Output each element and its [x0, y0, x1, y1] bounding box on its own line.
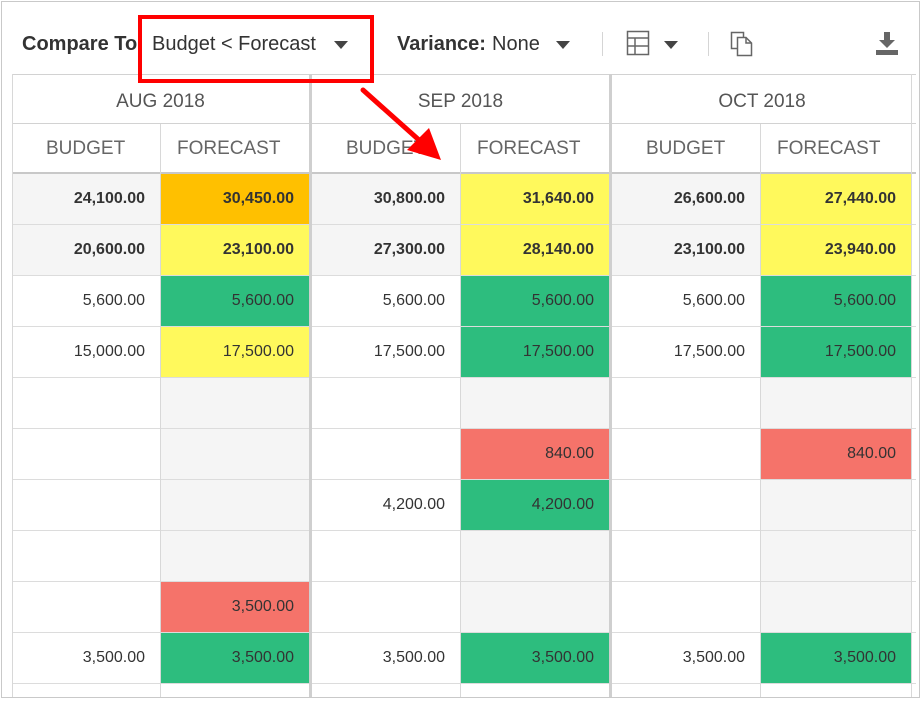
- table-cell[interactable]: [761, 582, 911, 632]
- grid-line: [160, 124, 161, 697]
- grid-line: [760, 124, 761, 697]
- table-row: 3,500.00: [12, 582, 916, 633]
- compare-to-label: Compare To:: [22, 33, 144, 55]
- grid-line: [12, 74, 13, 697]
- table-cell[interactable]: 23,100.00: [161, 225, 309, 275]
- toolbar-separator: [602, 32, 603, 56]
- table-cell[interactable]: 17,500.00: [461, 327, 609, 377]
- table-cell[interactable]: [761, 531, 911, 581]
- table-row: 15,000.00 17,500.00 17,500.00 17,500.00 17,5…: [12, 327, 916, 378]
- table-cell[interactable]: 4,200.00: [312, 480, 460, 530]
- table-cell[interactable]: [612, 582, 760, 632]
- table-cell[interactable]: [461, 582, 609, 632]
- table-cell[interactable]: 5,600.00: [612, 276, 760, 326]
- table-cell[interactable]: 17,500.00: [161, 327, 309, 377]
- table-cell[interactable]: [12, 480, 160, 530]
- table-cell[interactable]: [312, 378, 460, 428]
- table-cell[interactable]: 5,600.00: [12, 276, 160, 326]
- table-cell[interactable]: 840.00: [761, 429, 911, 479]
- toolbar-separator: [708, 32, 709, 56]
- table-cell[interactable]: 5,600.00: [312, 276, 460, 326]
- table-cell[interactable]: 3,500.00: [312, 633, 460, 683]
- table-cell[interactable]: 3,500.00: [161, 582, 309, 632]
- chevron-down-icon: [664, 41, 678, 49]
- table-cell[interactable]: [612, 429, 760, 479]
- table-row: 4,200.00 4,200.00: [12, 480, 916, 531]
- table-cell[interactable]: 30,450.00: [161, 174, 309, 224]
- table-cell[interactable]: 17,500.00: [761, 327, 911, 377]
- table-cell[interactable]: [612, 531, 760, 581]
- annotation-highlight-box: [138, 15, 374, 83]
- column-header[interactable]: FORECAST: [761, 124, 911, 172]
- table-cell[interactable]: 23,940.00: [761, 225, 911, 275]
- table-row: 3,500.00 3,500.00 3,500.00 3,500.00 3,500.00…: [12, 633, 916, 684]
- table-cell[interactable]: 5,600.00: [761, 276, 911, 326]
- table-cell[interactable]: [761, 378, 911, 428]
- annotation-arrow-icon: [360, 87, 441, 160]
- table-cell[interactable]: 3,500.00: [12, 633, 160, 683]
- table-cell[interactable]: 27,300.00: [312, 225, 460, 275]
- table-cell[interactable]: 3,500.00: [761, 633, 911, 683]
- table-cell[interactable]: [12, 582, 160, 632]
- table-cell[interactable]: 30,800.00: [312, 174, 460, 224]
- column-header[interactable]: FORECAST: [161, 124, 309, 172]
- table-cell[interactable]: [161, 480, 309, 530]
- table-cell[interactable]: [761, 480, 911, 530]
- table-row: 20,600.00 23,100.00 27,300.00 28,140.00 23,1…: [12, 225, 916, 276]
- table-layout-icon: [626, 30, 650, 56]
- column-header[interactable]: FORECAST: [461, 124, 609, 172]
- table-cell[interactable]: 3,500.00: [161, 633, 309, 683]
- column-header[interactable]: BUDGET: [30, 124, 160, 172]
- table-cell[interactable]: [12, 531, 160, 581]
- table-cell[interactable]: [461, 531, 609, 581]
- table-row: 5,600.00 5,600.00 5,600.00 5,600.00 5,600.00…: [12, 276, 916, 327]
- table-cell[interactable]: [312, 429, 460, 479]
- table-cell[interactable]: [612, 378, 760, 428]
- grid-line: [911, 74, 912, 697]
- table-cell[interactable]: [161, 378, 309, 428]
- table-cell[interactable]: [312, 531, 460, 581]
- table-cell[interactable]: [12, 378, 160, 428]
- table-cell[interactable]: 26,600.00: [612, 174, 760, 224]
- table-cell[interactable]: [461, 378, 609, 428]
- table-cell[interactable]: [161, 429, 309, 479]
- table-cell[interactable]: 31,640.00: [461, 174, 609, 224]
- table-cell[interactable]: 28,140.00: [461, 225, 609, 275]
- variance-dropdown[interactable]: None: [490, 26, 574, 64]
- layout-dropdown[interactable]: [622, 28, 682, 60]
- table-cell[interactable]: [312, 582, 460, 632]
- month-header: OCT 2018: [718, 91, 806, 112]
- table-cell[interactable]: 5,600.00: [461, 276, 609, 326]
- column-header[interactable]: BUDGET: [630, 124, 760, 172]
- table-row: [12, 531, 916, 582]
- column-header-row: BUDGET FORECAST BUDGET FORECAST BUDGET F…: [12, 124, 916, 174]
- copy-icon[interactable]: [730, 31, 754, 57]
- table-cell[interactable]: 17,500.00: [312, 327, 460, 377]
- table-row: 24,100.00 30,450.00 30,800.00 31,640.00 26,6…: [12, 174, 916, 225]
- table-cell[interactable]: 15,000.00: [12, 327, 160, 377]
- variance-value: None: [492, 33, 540, 55]
- table-cell[interactable]: 24,100.00: [12, 174, 160, 224]
- table-row: 840.00 840.00: [12, 429, 916, 480]
- grid-line: [460, 124, 461, 697]
- table-cell[interactable]: 3,500.00: [461, 633, 609, 683]
- table-cell[interactable]: [612, 480, 760, 530]
- variance-label: Variance:: [397, 33, 486, 55]
- download-icon[interactable]: [874, 30, 900, 56]
- pivot-grid-window: Compare To: Budget < Forecast Variance: …: [1, 1, 920, 698]
- month-divider: [609, 74, 612, 697]
- month-divider: [309, 74, 312, 697]
- table-cell[interactable]: 27,440.00: [761, 174, 911, 224]
- table-cell[interactable]: 3,500.00: [612, 633, 760, 683]
- table-cell[interactable]: 23,100.00: [612, 225, 760, 275]
- table-cell[interactable]: [161, 531, 309, 581]
- table-row: [12, 378, 916, 429]
- table-cell[interactable]: 17,500.00: [612, 327, 760, 377]
- table-cell[interactable]: [12, 429, 160, 479]
- table-cell[interactable]: 840.00: [461, 429, 609, 479]
- table-cell[interactable]: 20,600.00: [12, 225, 160, 275]
- table-cell[interactable]: 5,600.00: [161, 276, 309, 326]
- chevron-down-icon: [556, 41, 570, 49]
- table-cell[interactable]: 4,200.00: [461, 480, 609, 530]
